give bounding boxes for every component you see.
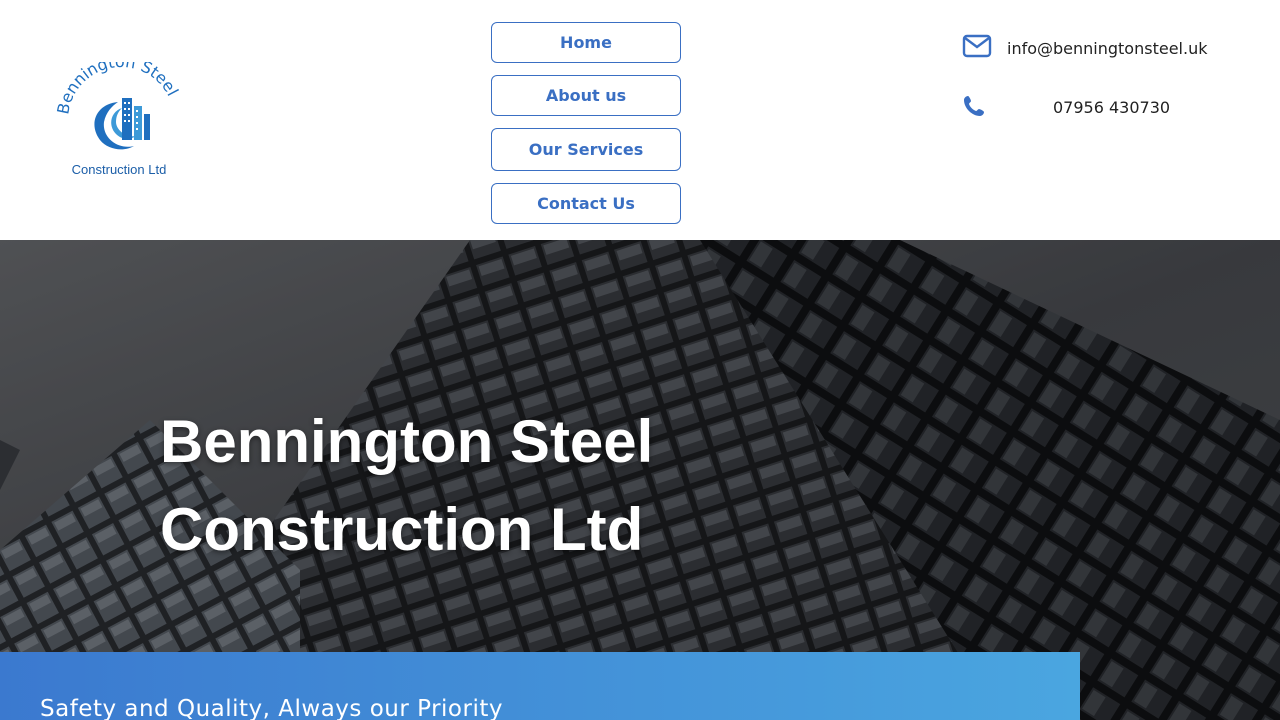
phone-number[interactable]: 07956 430730 bbox=[1053, 98, 1170, 117]
envelope-icon bbox=[962, 34, 996, 64]
company-logo[interactable]: Bennington Steel Construction Ltd bbox=[56, 62, 182, 182]
tagline-text: Safety and Quality, Always our Priority bbox=[40, 696, 503, 720]
main-nav: Home About us Our Services Contact Us bbox=[491, 22, 681, 236]
hero-title-line-2: Construction Ltd bbox=[160, 496, 644, 563]
nav-services-button[interactable]: Our Services bbox=[491, 128, 681, 171]
site-header: Bennington Steel Construction Ltd Home A… bbox=[0, 0, 1280, 240]
svg-text:Bennington Steel: Bennington Steel bbox=[56, 62, 182, 116]
hero-title: Bennington Steel Construction Ltd bbox=[160, 398, 860, 574]
email-link[interactable]: info@benningtonsteel.uk bbox=[1007, 39, 1207, 58]
nav-about-button[interactable]: About us bbox=[491, 75, 681, 116]
hero-title-line-1: Bennington Steel bbox=[160, 408, 654, 475]
email-row[interactable]: info@benningtonsteel.uk bbox=[962, 30, 1222, 70]
contact-info: info@benningtonsteel.uk 07956 430730 bbox=[962, 30, 1222, 117]
tagline-banner: Safety and Quality, Always our Priority bbox=[0, 652, 1080, 720]
nav-contact-button[interactable]: Contact Us bbox=[491, 183, 681, 224]
svg-text:Construction Ltd: Construction Ltd bbox=[72, 162, 167, 177]
nav-home-button[interactable]: Home bbox=[491, 22, 681, 63]
hero-section: Bennington Steel Construction Ltd Safety… bbox=[0, 240, 1280, 720]
phone-icon bbox=[962, 94, 988, 120]
